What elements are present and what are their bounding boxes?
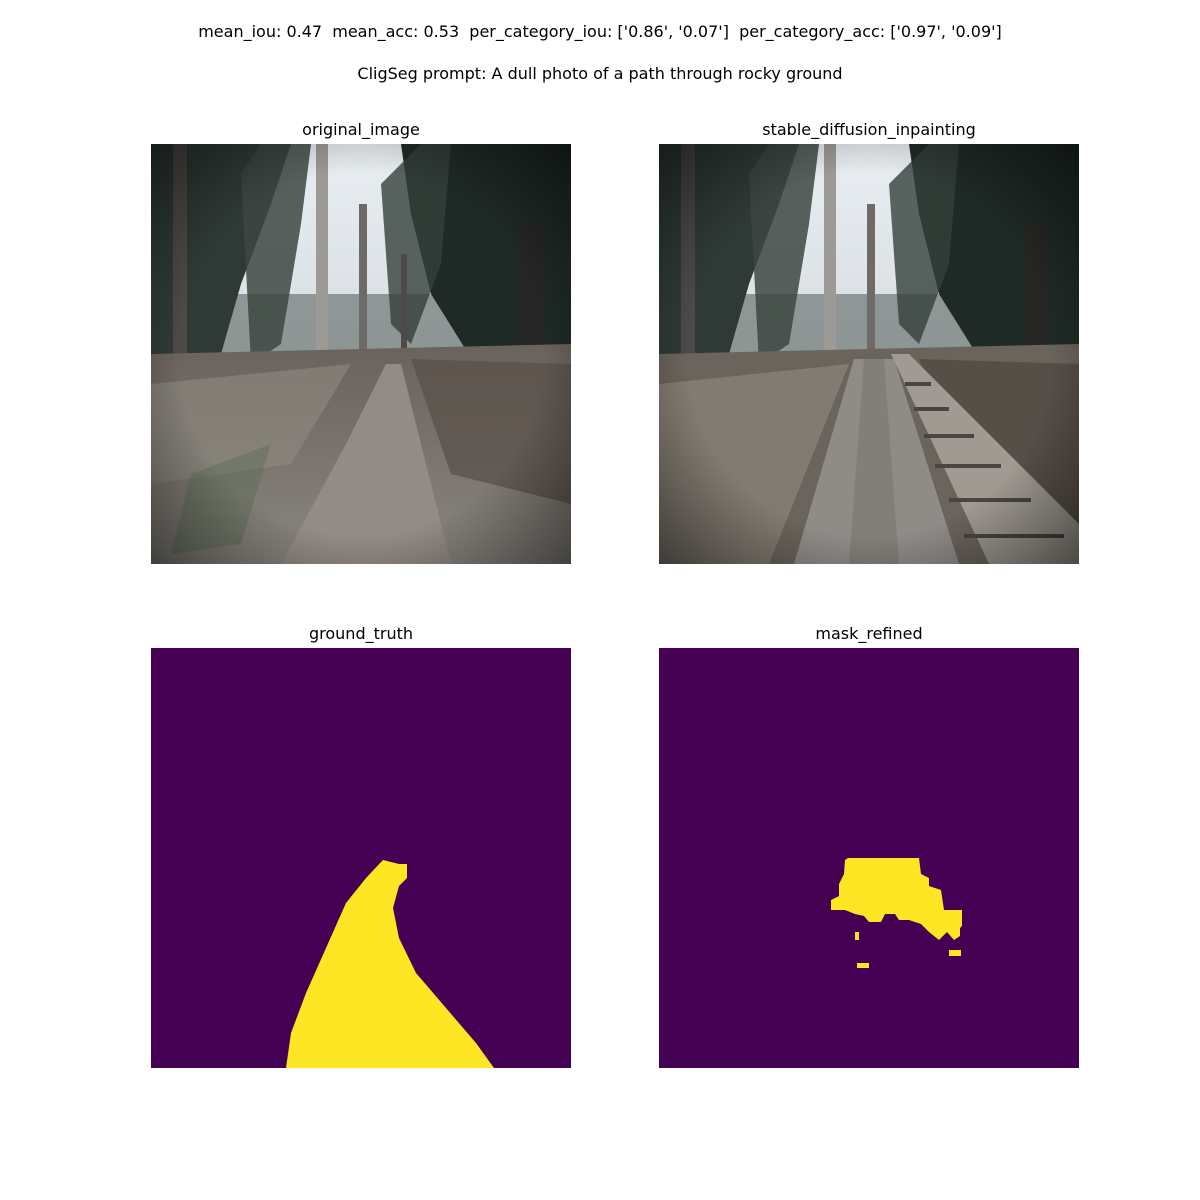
mask-refined-image	[659, 648, 1079, 1068]
mask-refined-title: mask_refined	[815, 624, 923, 643]
inpainting-title: stable_diffusion_inpainting	[762, 120, 976, 139]
original-image	[151, 144, 571, 564]
inpainting-image	[659, 144, 1079, 564]
ground-truth-mask	[151, 648, 571, 1068]
prompt-line: CligSeg prompt: A dull photo of a path t…	[357, 64, 843, 83]
original-image-title: original_image	[302, 120, 420, 139]
metrics-line: mean_iou: 0.47 mean_acc: 0.53 per_catego…	[198, 22, 1002, 41]
ground-truth-title: ground_truth	[308, 624, 413, 643]
